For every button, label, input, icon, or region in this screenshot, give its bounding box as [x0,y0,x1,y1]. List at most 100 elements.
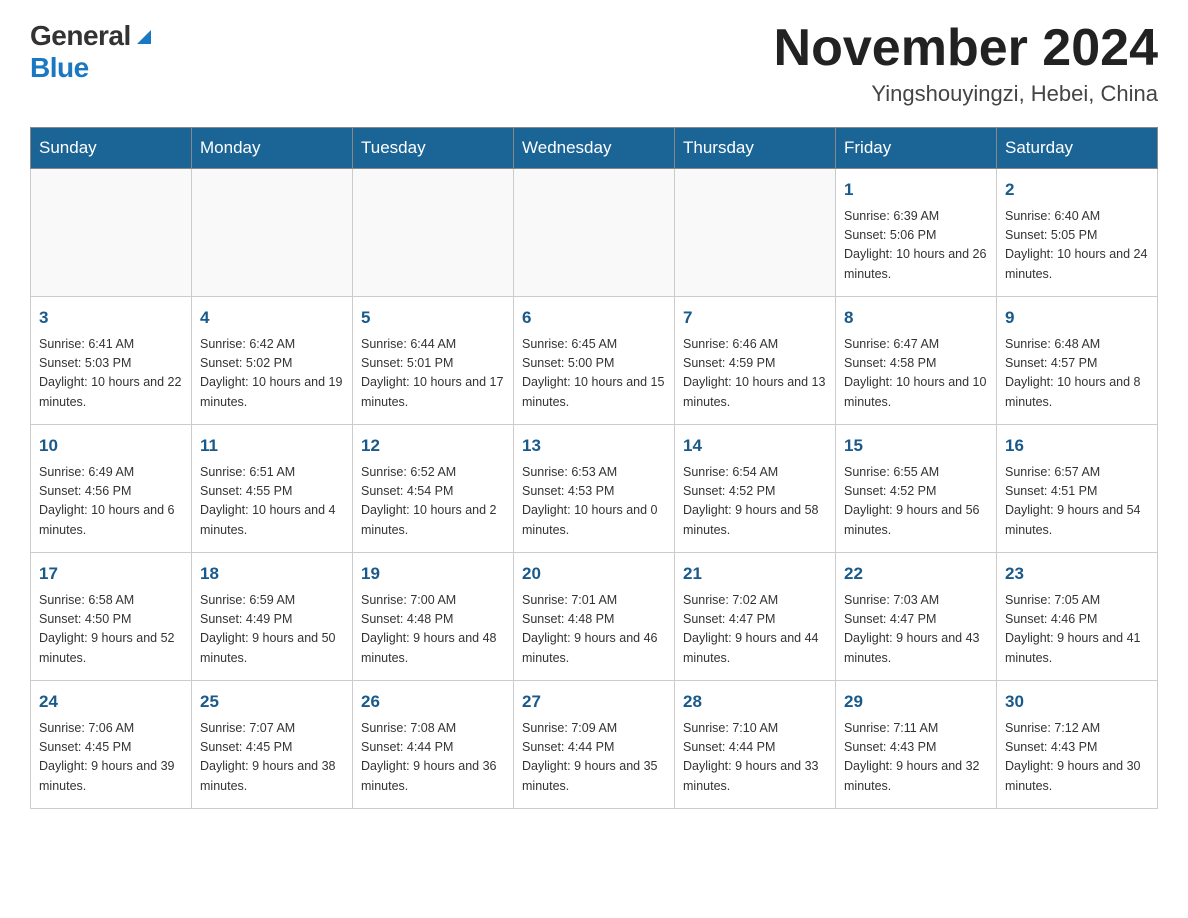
logo-general-text: General [30,20,131,52]
day-number: 26 [361,689,505,715]
day-info: Sunrise: 6:42 AMSunset: 5:02 PMDaylight:… [200,335,344,413]
calendar-cell: 2 Sunrise: 6:40 AMSunset: 5:05 PMDaylight… [997,169,1158,297]
day-info: Sunrise: 6:55 AMSunset: 4:52 PMDaylight:… [844,463,988,541]
day-number: 5 [361,305,505,331]
calendar-cell: 26 Sunrise: 7:08 AMSunset: 4:44 PMDayligh… [353,681,514,809]
day-number: 22 [844,561,988,587]
calendar-cell: 8 Sunrise: 6:47 AMSunset: 4:58 PMDaylight… [836,297,997,425]
day-info: Sunrise: 6:48 AMSunset: 4:57 PMDaylight:… [1005,335,1149,413]
day-number: 9 [1005,305,1149,331]
day-number: 8 [844,305,988,331]
day-info: Sunrise: 6:39 AMSunset: 5:06 PMDaylight:… [844,207,988,285]
calendar-cell: 16Sunrise: 6:57 AMSunset: 4:51 PMDayligh… [997,425,1158,553]
day-number: 4 [200,305,344,331]
calendar-cell: 29Sunrise: 7:11 AMSunset: 4:43 PMDayligh… [836,681,997,809]
day-number: 17 [39,561,183,587]
calendar-cell: 23 Sunrise: 7:05 AMSunset: 4:46 PMDayligh… [997,553,1158,681]
day-info: Sunrise: 7:03 AMSunset: 4:47 PMDaylight:… [844,591,988,669]
title-block: November 2024 Yingshouyingzi, Hebei, Chi… [774,20,1158,107]
calendar-cell: 25Sunrise: 7:07 AMSunset: 4:45 PMDayligh… [192,681,353,809]
day-info: Sunrise: 6:52 AMSunset: 4:54 PMDaylight:… [361,463,505,541]
logo-blue-text: Blue [30,52,89,84]
weekday-header-wednesday: Wednesday [514,128,675,169]
calendar-cell: 12 Sunrise: 6:52 AMSunset: 4:54 PMDayligh… [353,425,514,553]
calendar-cell: 15Sunrise: 6:55 AMSunset: 4:52 PMDayligh… [836,425,997,553]
calendar-week-row: 17 Sunrise: 6:58 AMSunset: 4:50 PMDayligh… [31,553,1158,681]
calendar-week-row: 3 Sunrise: 6:41 AMSunset: 5:03 PMDaylight… [31,297,1158,425]
weekday-header-row: SundayMondayTuesdayWednesdayThursdayFrid… [31,128,1158,169]
calendar-cell: 18 Sunrise: 6:59 AMSunset: 4:49 PMDayligh… [192,553,353,681]
day-info: Sunrise: 7:10 AMSunset: 4:44 PMDaylight:… [683,719,827,797]
calendar-cell: 3 Sunrise: 6:41 AMSunset: 5:03 PMDaylight… [31,297,192,425]
day-info: Sunrise: 7:00 AMSunset: 4:48 PMDaylight:… [361,591,505,669]
day-number: 14 [683,433,827,459]
day-number: 3 [39,305,183,331]
calendar-cell: 14 Sunrise: 6:54 AMSunset: 4:52 PMDayligh… [675,425,836,553]
day-number: 24 [39,689,183,715]
calendar-cell: 27Sunrise: 7:09 AMSunset: 4:44 PMDayligh… [514,681,675,809]
calendar-cell: 19 Sunrise: 7:00 AMSunset: 4:48 PMDayligh… [353,553,514,681]
weekday-header-tuesday: Tuesday [353,128,514,169]
calendar-week-row: 10 Sunrise: 6:49 AMSunset: 4:56 PMDayligh… [31,425,1158,553]
calendar-cell: 21Sunrise: 7:02 AMSunset: 4:47 PMDayligh… [675,553,836,681]
weekday-header-sunday: Sunday [31,128,192,169]
calendar-cell: 10 Sunrise: 6:49 AMSunset: 4:56 PMDayligh… [31,425,192,553]
day-info: Sunrise: 6:47 AMSunset: 4:58 PMDaylight:… [844,335,988,413]
logo: General Blue [30,20,155,84]
logo-triangle-icon [133,26,155,48]
day-info: Sunrise: 6:46 AMSunset: 4:59 PMDaylight:… [683,335,827,413]
calendar-cell [675,169,836,297]
day-number: 18 [200,561,344,587]
day-info: Sunrise: 6:57 AMSunset: 4:51 PMDaylight:… [1005,463,1149,541]
page-header: General Blue November 2024 Yingshouyingz… [30,20,1158,107]
day-info: Sunrise: 7:08 AMSunset: 4:44 PMDaylight:… [361,719,505,797]
calendar-cell: 28 Sunrise: 7:10 AMSunset: 4:44 PMDayligh… [675,681,836,809]
calendar-header: SundayMondayTuesdayWednesdayThursdayFrid… [31,128,1158,169]
calendar-body: 1 Sunrise: 6:39 AMSunset: 5:06 PMDaylight… [31,169,1158,809]
day-number: 23 [1005,561,1149,587]
calendar-cell: 17 Sunrise: 6:58 AMSunset: 4:50 PMDayligh… [31,553,192,681]
day-info: Sunrise: 7:09 AMSunset: 4:44 PMDaylight:… [522,719,666,797]
calendar-cell: 6 Sunrise: 6:45 AMSunset: 5:00 PMDaylight… [514,297,675,425]
calendar-cell: 30Sunrise: 7:12 AMSunset: 4:43 PMDayligh… [997,681,1158,809]
day-number: 11 [200,433,344,459]
day-number: 19 [361,561,505,587]
day-info: Sunrise: 6:58 AMSunset: 4:50 PMDaylight:… [39,591,183,669]
day-number: 2 [1005,177,1149,203]
day-number: 21 [683,561,827,587]
calendar-cell: 13Sunrise: 6:53 AMSunset: 4:53 PMDayligh… [514,425,675,553]
calendar-cell: 5Sunrise: 6:44 AMSunset: 5:01 PMDaylight… [353,297,514,425]
calendar-cell [31,169,192,297]
day-number: 12 [361,433,505,459]
day-info: Sunrise: 6:53 AMSunset: 4:53 PMDaylight:… [522,463,666,541]
day-number: 10 [39,433,183,459]
calendar-cell: 7 Sunrise: 6:46 AMSunset: 4:59 PMDaylight… [675,297,836,425]
day-info: Sunrise: 7:05 AMSunset: 4:46 PMDaylight:… [1005,591,1149,669]
day-info: Sunrise: 6:40 AMSunset: 5:05 PMDaylight:… [1005,207,1149,285]
day-info: Sunrise: 7:11 AMSunset: 4:43 PMDaylight:… [844,719,988,797]
weekday-header-saturday: Saturday [997,128,1158,169]
day-info: Sunrise: 7:01 AMSunset: 4:48 PMDaylight:… [522,591,666,669]
calendar-week-row: 1 Sunrise: 6:39 AMSunset: 5:06 PMDaylight… [31,169,1158,297]
day-info: Sunrise: 6:45 AMSunset: 5:00 PMDaylight:… [522,335,666,413]
month-title: November 2024 [774,20,1158,77]
day-number: 25 [200,689,344,715]
day-info: Sunrise: 6:59 AMSunset: 4:49 PMDaylight:… [200,591,344,669]
weekday-header-monday: Monday [192,128,353,169]
day-number: 6 [522,305,666,331]
calendar-cell: 20Sunrise: 7:01 AMSunset: 4:48 PMDayligh… [514,553,675,681]
location-text: Yingshouyingzi, Hebei, China [774,81,1158,107]
day-info: Sunrise: 6:49 AMSunset: 4:56 PMDaylight:… [39,463,183,541]
day-number: 7 [683,305,827,331]
day-number: 1 [844,177,988,203]
day-info: Sunrise: 7:06 AMSunset: 4:45 PMDaylight:… [39,719,183,797]
day-info: Sunrise: 6:51 AMSunset: 4:55 PMDaylight:… [200,463,344,541]
day-info: Sunrise: 7:12 AMSunset: 4:43 PMDaylight:… [1005,719,1149,797]
calendar-cell [353,169,514,297]
day-info: Sunrise: 6:41 AMSunset: 5:03 PMDaylight:… [39,335,183,413]
weekday-header-thursday: Thursday [675,128,836,169]
day-info: Sunrise: 6:54 AMSunset: 4:52 PMDaylight:… [683,463,827,541]
day-number: 28 [683,689,827,715]
calendar-cell: 22 Sunrise: 7:03 AMSunset: 4:47 PMDayligh… [836,553,997,681]
calendar-cell: 11 Sunrise: 6:51 AMSunset: 4:55 PMDayligh… [192,425,353,553]
